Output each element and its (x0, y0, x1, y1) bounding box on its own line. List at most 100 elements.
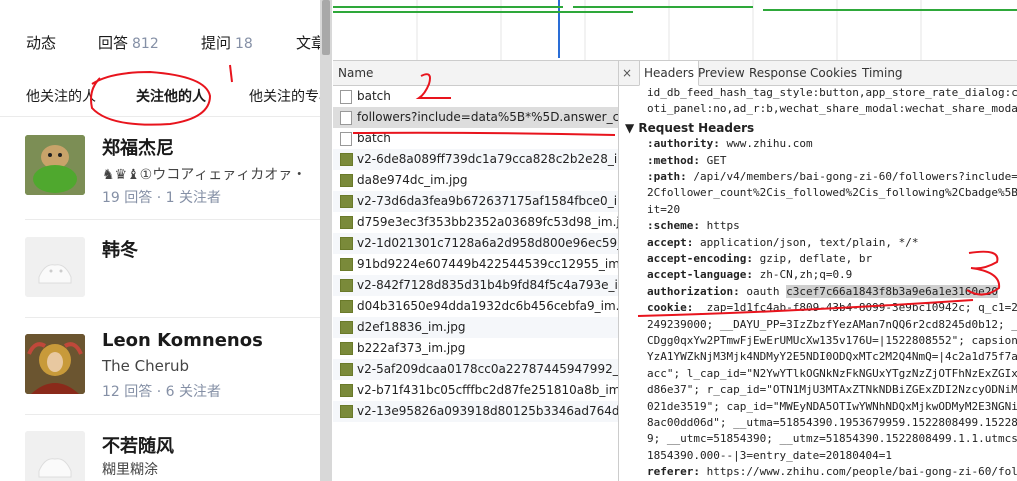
image-file-icon (340, 216, 353, 229)
header-line: :path: /api/v4/members/bai-gong-zi-60/fo… (647, 170, 1017, 183)
header-value: GET (699, 153, 727, 167)
header-value-continued: 8ac00dd06d"; __utma=51854390.1953679959.… (647, 416, 1017, 429)
devtools-network-panel: Name batch followers?include=data%5B*%5D.… (333, 0, 1017, 481)
image-file-icon (340, 342, 353, 355)
header-value-continued: it=20 (647, 202, 681, 216)
header-value: /api/v4/members/bai-gong-zi-60/followers… (686, 170, 1017, 183)
user-headline: 糊里糊涂 (102, 462, 158, 478)
request-detail: × Headers Preview Response Cookies Timin… (619, 61, 1017, 481)
header-line: :scheme: https (647, 219, 740, 232)
avatar[interactable] (25, 237, 85, 297)
request-headers-section-toggle[interactable]: ▼ Request Headers (625, 121, 754, 135)
request-rows: batch followers?include=data%5B*%5D.answe… (333, 86, 618, 422)
request-row[interactable]: b222af373_im.jpg (333, 338, 618, 359)
headers-content: id_db_feed_hash_tag_style:button,app_sto… (619, 86, 1017, 481)
request-name: d759e3ec3f353bb2352a03689fc53d98_im.jpg (357, 215, 618, 229)
default-avatar-icon (25, 237, 85, 297)
user-headline: The Cherub (102, 357, 190, 375)
header-name: :authority: (647, 137, 720, 151)
request-row[interactable]: v2-842f7128d835d31b4b9fd84f5c4a793e_im.j… (333, 275, 618, 296)
tab-answers[interactable]: 回答 812 (98, 32, 159, 53)
header-value: https://www.zhihu.com/people/bai-gong-zi… (699, 465, 1017, 479)
tab-headers[interactable]: Headers (639, 61, 699, 86)
header-value-continued: d86e37"; r_cap_id="OTN1MjU3MTAxZTNkNDBiZ… (647, 383, 1017, 397)
request-name: d04b31650e94dda1932dc6b456cebfa9_im.jpg (357, 299, 618, 313)
request-row[interactable]: 91bd9224e607449b422544539cc12955_im.jpg (333, 254, 618, 275)
user-name[interactable]: 不若随风 (102, 432, 174, 458)
tab-activity[interactable]: 动态 (26, 32, 56, 53)
request-row[interactable]: v2-6de8a089ff739dc1a79cca828c2b2e28_im.j… (333, 149, 618, 170)
request-row[interactable]: d759e3ec3f353bb2352a03689fc53d98_im.jpg (333, 212, 618, 233)
request-row[interactable]: d04b31650e94dda1932dc6b456cebfa9_im.jpg (333, 296, 618, 317)
tab-questions[interactable]: 提问 18 (201, 32, 253, 53)
request-row[interactable]: v2-5af209dcaa0178cc0a22787445947992_im.j… (333, 359, 618, 380)
header-line: 1854390.000--|3=entry_date=20180404=1 (647, 449, 892, 462)
document-file-icon (340, 132, 352, 146)
request-row[interactable]: v2-73d6da3fea9b672637175af1584fbce0_im.j… (333, 191, 618, 212)
name-column-header[interactable]: Name (333, 61, 618, 86)
subtab-followers[interactable]: 关注他的人 (136, 86, 206, 106)
header-line: :method: GET (647, 154, 726, 167)
header-value-continued: CDgg0qxYw2PTmwFjEwErUMUcXw135v176U=|1522… (647, 334, 1017, 347)
image-file-icon (340, 300, 353, 313)
user-name[interactable]: Leon Komnenos (102, 330, 263, 351)
avatar[interactable] (25, 431, 85, 481)
header-name: referer: (647, 465, 700, 479)
request-name: batch (357, 131, 391, 145)
request-name: batch (357, 89, 391, 103)
tab-preview[interactable]: Preview (698, 61, 745, 85)
header-line: 9; __utmc=51854390; __utmz=51854390.1522… (647, 432, 1017, 445)
image-file-icon (340, 237, 353, 250)
request-row[interactable]: v2-13e95826a093918d80125b3346ad764d_im.j… (333, 401, 618, 422)
header-value: _zap=1d1fc4ab-f809-43b4-8099-3e9bc10942c… (693, 301, 1017, 315)
request-row[interactable]: batch (333, 128, 618, 149)
avatar-dog-image (25, 135, 85, 195)
tab-articles[interactable]: 文章 (296, 32, 320, 53)
user-name[interactable]: 郑福杰尼 (102, 134, 174, 160)
header-line: accept-encoding: gzip, deflate, br (647, 252, 872, 265)
header-value: zh-CN,zh;q=0.9 (752, 268, 853, 282)
header-value-continued: YzA1YWZkNjM3Mjk4NDMyY2E5NDI0ODQxMTc2M2Q4… (647, 350, 1017, 364)
request-name: v2-1d021301c7128a6a2d958d800e96ec59_im.j… (357, 236, 618, 250)
header-line: oti_panel:no,ad_r:b,wechat_share_modal:w… (647, 102, 1017, 115)
divider (25, 317, 320, 318)
tab-cookies[interactable]: Cookies (810, 61, 857, 85)
header-name: cookie: (647, 301, 694, 315)
subtab-following[interactable]: 他关注的人 (26, 86, 96, 106)
response-header-text: oti_panel:no,ad_r:b,wechat_share_modal:w… (647, 102, 1017, 116)
request-row[interactable]: v2-b71f431bc05cfffbc2d87fe251810a8b_im.j… (333, 380, 618, 401)
header-name: :method: (647, 153, 700, 167)
header-line: accept-language: zh-CN,zh;q=0.9 (647, 268, 852, 281)
request-name: v2-5af209dcaa0178cc0a22787445947992_im.j… (357, 362, 618, 376)
user-name[interactable]: 韩冬 (102, 236, 138, 262)
request-name: v2-842f7128d835d31b4b9fd84f5c4a793e_im.j… (357, 278, 618, 292)
request-list: Name batch followers?include=data%5B*%5D.… (333, 61, 619, 481)
profile-tabs: 动态 回答 812 提问 18 文章 (0, 0, 320, 88)
request-row[interactable]: v2-1d021301c7128a6a2d958d800e96ec59_im.j… (333, 233, 618, 254)
header-line: 249239000; __DAYU_PP=3IzZbzfYezAMan7nQQ6… (647, 318, 1017, 331)
close-icon[interactable]: × (622, 61, 632, 85)
header-value: https (699, 219, 740, 233)
page-scrollbar-thumb[interactable] (322, 0, 330, 55)
network-timeline[interactable] (333, 0, 1017, 61)
request-name: d2ef18836_im.jpg (357, 320, 466, 334)
avatar[interactable] (25, 334, 85, 394)
request-row[interactable]: da8e974dc_im.jpg (333, 170, 618, 191)
header-value-continued: acc"; l_cap_id="N2YwYTlkOGNkNzFkNGUxYTgz… (647, 366, 1017, 380)
page-scrollbar-track[interactable] (320, 0, 332, 481)
authorization-token: c3cef7c66a1843f8b3a9e6a1e3160e20 (786, 284, 998, 298)
request-row[interactable]: followers?include=data%5B*%5D.answer_cou… (333, 107, 618, 128)
subtab-following-columns[interactable]: 他关注的专栏 (249, 86, 320, 106)
avatar[interactable] (25, 135, 85, 195)
header-line: referer: https://www.zhihu.com/people/ba… (647, 465, 1017, 478)
tab-response[interactable]: Response (749, 61, 807, 85)
header-line: :authority: www.zhihu.com (647, 137, 813, 150)
image-file-icon (340, 279, 353, 292)
request-row[interactable]: batch (333, 86, 618, 107)
request-row[interactable]: d2ef18836_im.jpg (333, 317, 618, 338)
tab-activity-label: 动态 (26, 34, 57, 52)
header-name: authorization: (647, 284, 740, 298)
tab-timing[interactable]: Timing (862, 61, 903, 85)
image-file-icon (340, 195, 353, 208)
header-name: accept: (647, 235, 694, 249)
